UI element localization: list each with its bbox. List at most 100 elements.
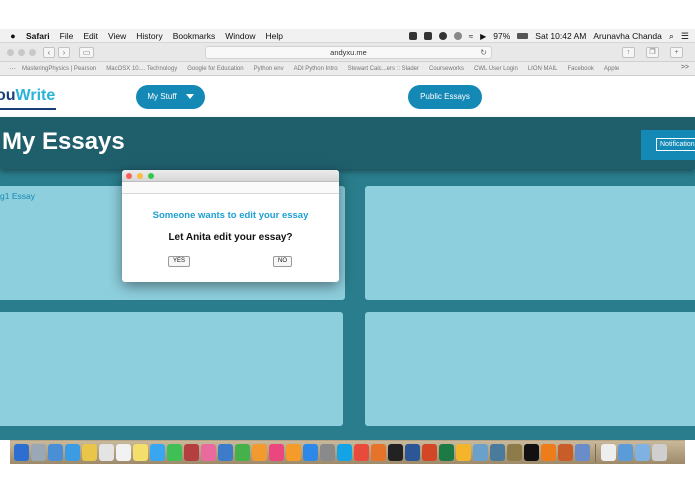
bookmark-item[interactable]: LION MAIL xyxy=(528,66,558,72)
battery-percent[interactable]: 97% xyxy=(493,31,510,41)
new-tab-icon[interactable]: + xyxy=(670,47,683,58)
bookmark-item[interactable]: MacOSX 10.... Technology xyxy=(106,66,177,72)
launchpad-icon[interactable] xyxy=(31,444,46,461)
ibooks-icon[interactable] xyxy=(286,444,301,461)
archive-icon[interactable] xyxy=(507,444,522,461)
sketch-icon[interactable] xyxy=(456,444,471,461)
photos-icon[interactable] xyxy=(201,444,216,461)
photo-booth-icon[interactable] xyxy=(184,444,199,461)
pages-icon[interactable] xyxy=(252,444,267,461)
bluetooth-icon[interactable] xyxy=(453,32,462,40)
bookmarks-overflow-button[interactable]: >> xyxy=(681,64,689,71)
notifications-label: Notification xyxy=(656,138,695,151)
bookmark-item[interactable]: Facebook xyxy=(568,66,594,72)
itunes-icon[interactable] xyxy=(269,444,284,461)
document-icon[interactable] xyxy=(601,444,616,461)
apple-menu-icon[interactable]: ● xyxy=(6,31,20,41)
messages-icon[interactable] xyxy=(150,444,165,461)
macos-menu-bar: ● Safari File Edit View History Bookmark… xyxy=(0,29,695,43)
notification-center-icon[interactable]: ☰ xyxy=(681,31,689,42)
utility-icon[interactable] xyxy=(473,444,488,461)
menu-bookmarks[interactable]: Bookmarks xyxy=(173,31,216,41)
clock[interactable]: Sat 10:42 AM xyxy=(535,31,586,41)
dialog-zoom-button[interactable] xyxy=(148,173,154,179)
app-store-icon[interactable] xyxy=(303,444,318,461)
facetime-icon[interactable] xyxy=(167,444,182,461)
evernote-tray-icon[interactable] xyxy=(423,32,432,40)
menu-view[interactable]: View xyxy=(108,31,126,41)
yes-button[interactable]: YES xyxy=(168,256,191,267)
calendar-icon[interactable] xyxy=(99,444,114,461)
bookmark-item[interactable]: Python env xyxy=(254,66,284,72)
downloads-icon[interactable] xyxy=(618,444,633,461)
forward-button[interactable]: › xyxy=(58,47,70,58)
window-close-button[interactable] xyxy=(7,49,14,56)
bookmark-item[interactable]: Apple xyxy=(604,66,619,72)
bookmark-item[interactable]: ADI Python Intro xyxy=(294,66,338,72)
bookmark-item[interactable]: Stewart Calc...ers :: Slader xyxy=(348,66,419,72)
virtualbox-icon[interactable] xyxy=(575,444,590,461)
notification-tray-icon[interactable] xyxy=(408,32,417,40)
stickies-icon[interactable] xyxy=(133,444,148,461)
trash-icon[interactable] xyxy=(652,444,667,461)
dialog-minimize-button[interactable] xyxy=(137,173,143,179)
system-preferences-icon[interactable] xyxy=(320,444,335,461)
vlc-icon[interactable] xyxy=(541,444,556,461)
essay-card[interactable] xyxy=(365,186,695,300)
dashboard-icon[interactable] xyxy=(388,444,403,461)
excel-icon[interactable] xyxy=(439,444,454,461)
bookmark-item[interactable]: CWL User Login xyxy=(474,66,518,72)
share-icon[interactable]: ↑ xyxy=(622,47,635,58)
essay-card[interactable] xyxy=(365,312,695,426)
address-bar[interactable]: andyxu.me ↻ xyxy=(205,46,492,59)
battery-icon[interactable] xyxy=(517,33,529,39)
screen: ● Safari File Edit View History Bookmark… xyxy=(0,0,695,494)
safari-icon[interactable] xyxy=(65,444,80,461)
chrome-icon[interactable] xyxy=(354,444,369,461)
no-button[interactable]: NO xyxy=(273,256,292,267)
finder-icon[interactable] xyxy=(14,444,29,461)
menu-edit[interactable]: Edit xyxy=(83,31,98,41)
essay-card[interactable] xyxy=(0,312,343,426)
public-essays-button[interactable]: Public Essays xyxy=(408,85,482,109)
sidebar-toggle-icon[interactable]: ▭ xyxy=(79,47,94,58)
my-stuff-dropdown-button[interactable]: My Stuff xyxy=(136,85,205,109)
numbers-icon[interactable] xyxy=(235,444,250,461)
menu-history[interactable]: History xyxy=(136,31,162,41)
textedit-icon[interactable] xyxy=(116,444,131,461)
dialog-close-button[interactable] xyxy=(126,173,132,179)
preview-icon[interactable] xyxy=(48,444,63,461)
wifi-icon[interactable]: ≈ xyxy=(469,32,473,41)
site-logo[interactable]: ouWrite xyxy=(0,87,56,110)
menu-app-safari[interactable]: Safari xyxy=(26,31,50,41)
dock-separator xyxy=(595,443,596,462)
word-icon[interactable] xyxy=(405,444,420,461)
window-minimize-button[interactable] xyxy=(18,49,25,56)
time-machine-icon[interactable] xyxy=(438,32,447,40)
firefox-icon[interactable] xyxy=(371,444,386,461)
menu-help[interactable]: Help xyxy=(265,31,282,41)
reload-icon[interactable]: ↻ xyxy=(480,47,487,58)
skype-icon[interactable] xyxy=(337,444,352,461)
bookmark-item[interactable]: MasteringPhysics | Pearson xyxy=(22,66,96,72)
window-zoom-button[interactable] xyxy=(29,49,36,56)
menu-file[interactable]: File xyxy=(60,31,74,41)
terminal-icon[interactable] xyxy=(524,444,539,461)
folder-icon[interactable] xyxy=(635,444,650,461)
bookmark-item[interactable]: Google for Education xyxy=(187,66,243,72)
powerpoint-icon[interactable] xyxy=(422,444,437,461)
image-capture-icon[interactable] xyxy=(490,444,505,461)
user-name[interactable]: Arunavha Chanda xyxy=(593,31,662,41)
essay-card-title[interactable]: g1 Essay xyxy=(0,191,35,201)
notes-icon[interactable] xyxy=(82,444,97,461)
bookmark-item[interactable]: Courseworks xyxy=(429,66,464,72)
menu-window[interactable]: Window xyxy=(225,31,255,41)
tabs-overview-icon[interactable]: ❐ xyxy=(646,47,659,58)
top-sites-grid-icon[interactable]: ⋯ xyxy=(9,65,16,73)
spotlight-search-icon[interactable]: ⌕ xyxy=(669,31,674,42)
volume-icon[interactable]: ▶ xyxy=(480,32,486,41)
matlab-icon[interactable] xyxy=(558,444,573,461)
notifications-button[interactable]: Notification xyxy=(641,130,695,160)
back-button[interactable]: ‹ xyxy=(43,47,55,58)
keynote-icon[interactable] xyxy=(218,444,233,461)
